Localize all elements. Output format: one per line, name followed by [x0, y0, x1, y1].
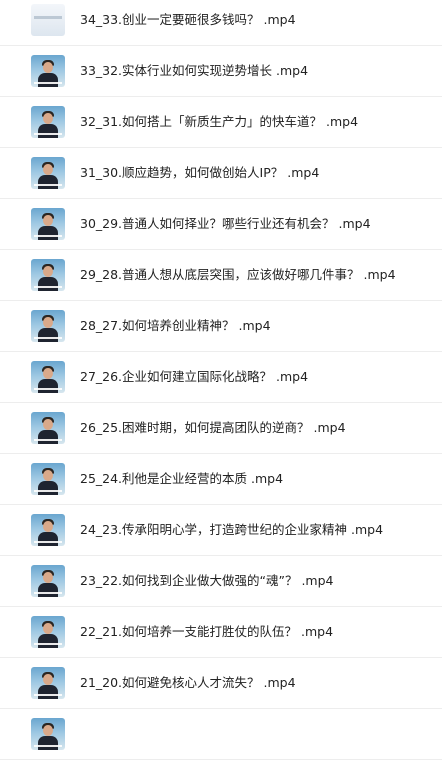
list-item[interactable]: 31_30.顺应趋势，如何做创始人IP？ .mp4: [0, 148, 442, 199]
list-item[interactable]: 21_20.如何避免核心人才流失？ .mp4: [0, 658, 442, 709]
list-item[interactable]: 25_24.利他是企业经营的本质 .mp4: [0, 454, 442, 505]
video-thumbnail: [31, 412, 65, 444]
list-item[interactable]: 22_21.如何培养一支能打胜仗的队伍？ .mp4: [0, 607, 442, 658]
video-thumbnail: [31, 310, 65, 342]
video-thumbnail: [31, 259, 65, 291]
video-thumbnail: [31, 616, 65, 648]
video-thumbnail: [31, 157, 65, 189]
video-thumbnail: [31, 55, 65, 87]
video-thumbnail: [31, 361, 65, 393]
video-title: 21_20.如何避免核心人才流失？ .mp4: [80, 675, 296, 690]
video-thumbnail: [31, 565, 65, 597]
list-item[interactable]: 30_29.普通人如何择业？哪些行业还有机会？ .mp4: [0, 199, 442, 250]
video-title: 28_27.如何培养创业精神？ .mp4: [80, 318, 271, 333]
video-title: 24_23.传承阳明心学，打造跨世纪的企业家精神 .mp4: [80, 522, 384, 537]
video-title: 34_33.创业一定要砸很多钱吗？ .mp4: [80, 12, 296, 27]
list-item[interactable]: 32_31.如何搭上「新质生产力」的快车道？ .mp4: [0, 97, 442, 148]
video-title: 25_24.利他是企业经营的本质 .mp4: [80, 471, 284, 486]
video-title: 23_22.如何找到企业做大做强的“魂”？ .mp4: [80, 573, 334, 588]
video-thumbnail: [31, 667, 65, 699]
video-title: 29_28.普通人想从底层突围，应该做好哪几件事？ .mp4: [80, 267, 396, 282]
video-thumbnail: [31, 514, 65, 546]
list-item[interactable]: 29_28.普通人想从底层突围，应该做好哪几件事？ .mp4: [0, 250, 442, 301]
video-thumbnail: [31, 718, 65, 750]
video-title: 33_32.实体行业如何实现逆势增长 .mp4: [80, 63, 309, 78]
video-thumbnail: [31, 208, 65, 240]
video-thumbnail: [31, 4, 65, 36]
video-title: 26_25.困难时期，如何提高团队的逆商？ .mp4: [80, 420, 346, 435]
video-thumbnail: [31, 463, 65, 495]
list-item[interactable]: 26_25.困难时期，如何提高团队的逆商？ .mp4: [0, 403, 442, 454]
video-title: 22_21.如何培养一支能打胜仗的队伍？ .mp4: [80, 624, 334, 639]
video-title: 32_31.如何搭上「新质生产力」的快车道？ .mp4: [80, 114, 359, 129]
list-item[interactable]: 24_23.传承阳明心学，打造跨世纪的企业家精神 .mp4: [0, 505, 442, 556]
list-item[interactable]: 27_26.企业如何建立国际化战略？ .mp4: [0, 352, 442, 403]
video-title: 31_30.顺应趋势，如何做创始人IP？ .mp4: [80, 165, 320, 180]
list-item[interactable]: 28_27.如何培养创业精神？ .mp4: [0, 301, 442, 352]
video-title: 27_26.企业如何建立国际化战略？ .mp4: [80, 369, 309, 384]
list-item[interactable]: [0, 709, 442, 760]
video-thumbnail: [31, 106, 65, 138]
video-title: 30_29.普通人如何择业？哪些行业还有机会？ .mp4: [80, 216, 371, 231]
list-item[interactable]: 23_22.如何找到企业做大做强的“魂”？ .mp4: [0, 556, 442, 607]
list-item[interactable]: 33_32.实体行业如何实现逆势增长 .mp4: [0, 46, 442, 97]
list-item[interactable]: 34_33.创业一定要砸很多钱吗？ .mp4: [0, 0, 442, 46]
